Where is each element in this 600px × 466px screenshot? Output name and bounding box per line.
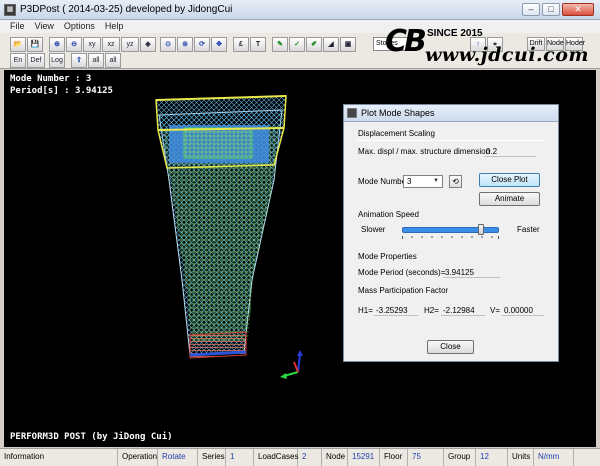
menu-view[interactable]: View (35, 20, 54, 33)
logo-mark: CB (385, 24, 427, 59)
watermark-logo: CB SINCE 2015 www.jdcui.com (385, 24, 590, 70)
mode-number-value: 3 (407, 177, 412, 186)
v-label: V= (490, 306, 501, 315)
rotate-icon[interactable]: ⟳ (194, 37, 210, 52)
max-displ-label: Max. displ / max. structure dimension (358, 147, 491, 156)
pencil-icon[interactable]: ✎ (272, 37, 288, 52)
menu-file[interactable]: File (10, 20, 25, 33)
displacement-scaling-heading: Displacement Scaling (358, 129, 435, 138)
dialog-titlebar[interactable]: Plot Mode Shapes (344, 105, 558, 122)
dialog-icon (347, 108, 357, 118)
animation-speed-heading: Animation Speed (358, 210, 419, 219)
close-window-button[interactable]: ✕ (562, 3, 594, 16)
mass-participation-heading: Mass Participation Factor (358, 286, 449, 295)
status-floor-label: Floor (380, 449, 408, 466)
mode-number-select[interactable]: 3 ▼ (403, 175, 443, 188)
zoom-in-icon[interactable]: ⊕ (49, 37, 65, 52)
h1-label: H1= (358, 306, 373, 315)
status-group-label: Group (444, 449, 476, 466)
h2-label: H2= (424, 306, 439, 315)
all-button-2[interactable]: all (105, 53, 121, 68)
lang-en-button[interactable]: En (10, 53, 26, 68)
close-dialog-button[interactable]: Close (427, 340, 474, 354)
refresh-icon[interactable]: ⟲ (449, 175, 462, 188)
v-value: 0.00000 (502, 305, 544, 316)
maximize-button[interactable]: □ (542, 3, 560, 16)
status-floor-value: 75 (408, 449, 444, 466)
faster-label: Faster (517, 225, 540, 234)
status-loadcases-label: LoadCases (254, 449, 298, 466)
status-information-label: Information (0, 449, 118, 466)
menu-help[interactable]: Help (105, 20, 124, 33)
slower-label: Slower (361, 225, 386, 234)
status-group-value: 12 (476, 449, 508, 466)
view-3d-icon[interactable]: ◈ (140, 37, 156, 52)
default-button[interactable]: Def (27, 53, 45, 68)
status-units-value: N/mm (534, 449, 574, 466)
period-readout: Period[s] : 3.94125 (10, 86, 113, 96)
zoom-out-icon[interactable]: ⊖ (66, 37, 82, 52)
status-node-label: Node (322, 449, 348, 466)
all-button-1[interactable]: all (88, 53, 104, 68)
mode-period-value: 3.94125 (443, 267, 500, 278)
close-plot-button[interactable]: Close Plot (479, 173, 540, 187)
status-units-label: Units (508, 449, 534, 466)
slider-thumb[interactable] (478, 224, 484, 235)
units-icon[interactable]: £ (233, 37, 249, 52)
window-title: P3DPost ( 2014-03-25) developed by Jidon… (20, 4, 233, 15)
dialog-title: Plot Mode Shapes (361, 108, 435, 118)
zoom-window-icon[interactable]: ⊙ (160, 37, 176, 52)
axis-triad-icon (280, 350, 303, 379)
minimize-button[interactable]: – (522, 3, 540, 16)
status-loadcases-value: 2 (298, 449, 322, 466)
zoom-all-icon[interactable]: ⊚ (177, 37, 193, 52)
edit-icon[interactable]: ✐ (306, 37, 322, 52)
menu-options[interactable]: Options (64, 20, 95, 33)
divider (356, 140, 544, 141)
image-icon[interactable]: ▣ (340, 37, 356, 52)
h1-value: -3.25293 (374, 305, 418, 316)
animate-button[interactable]: Animate (479, 192, 540, 206)
mode-period-label: Mode Period (seconds)= (358, 268, 446, 277)
status-series-label: Series (198, 449, 226, 466)
logo-site: www.jdcui.com (425, 44, 589, 66)
status-bar: Information Operation Rotate Series 1 Lo… (0, 448, 600, 466)
window-controls: – □ ✕ (522, 3, 594, 16)
status-series-value: 1 (226, 449, 254, 466)
h2-value: -2.12984 (441, 305, 485, 316)
open-folder-icon[interactable]: 📂 (10, 37, 26, 52)
fill-icon[interactable]: ◢ (323, 37, 339, 52)
mode-number-readout: Mode Number : 3 (10, 74, 92, 84)
logo-since: SINCE 2015 (427, 28, 483, 39)
check-icon[interactable]: ✓ (289, 37, 305, 52)
slider-ticks (402, 236, 499, 239)
mode-number-label: Mode Number (358, 177, 409, 186)
animation-speed-slider[interactable] (402, 227, 499, 233)
view-yz-button[interactable]: yz (121, 37, 139, 52)
pan-icon[interactable]: ✥ (211, 37, 227, 52)
save-icon[interactable]: 💾 (27, 37, 43, 52)
view-xy-button[interactable]: xy (83, 37, 101, 52)
window-titlebar: ▦ P3DPost ( 2014-03-25) developed by Jid… (0, 0, 600, 20)
status-operation-value: Rotate (158, 449, 198, 466)
viewport-footer: PERFORM3D POST (by JiDong Cui) (10, 432, 173, 442)
status-node-value: 15291 (348, 449, 380, 466)
arrow-up-icon[interactable]: ⇧ (71, 53, 87, 68)
app-icon: ▦ (4, 4, 16, 16)
max-displ-input[interactable]: 0.2 (484, 146, 536, 157)
status-operation-label: Operation (118, 449, 158, 466)
text-icon[interactable]: T (250, 37, 266, 52)
mode-properties-heading: Mode Properties (358, 252, 417, 261)
log-button[interactable]: Log (49, 53, 65, 68)
chevron-down-icon: ▼ (433, 178, 439, 184)
view-xz-button[interactable]: xz (102, 37, 120, 52)
